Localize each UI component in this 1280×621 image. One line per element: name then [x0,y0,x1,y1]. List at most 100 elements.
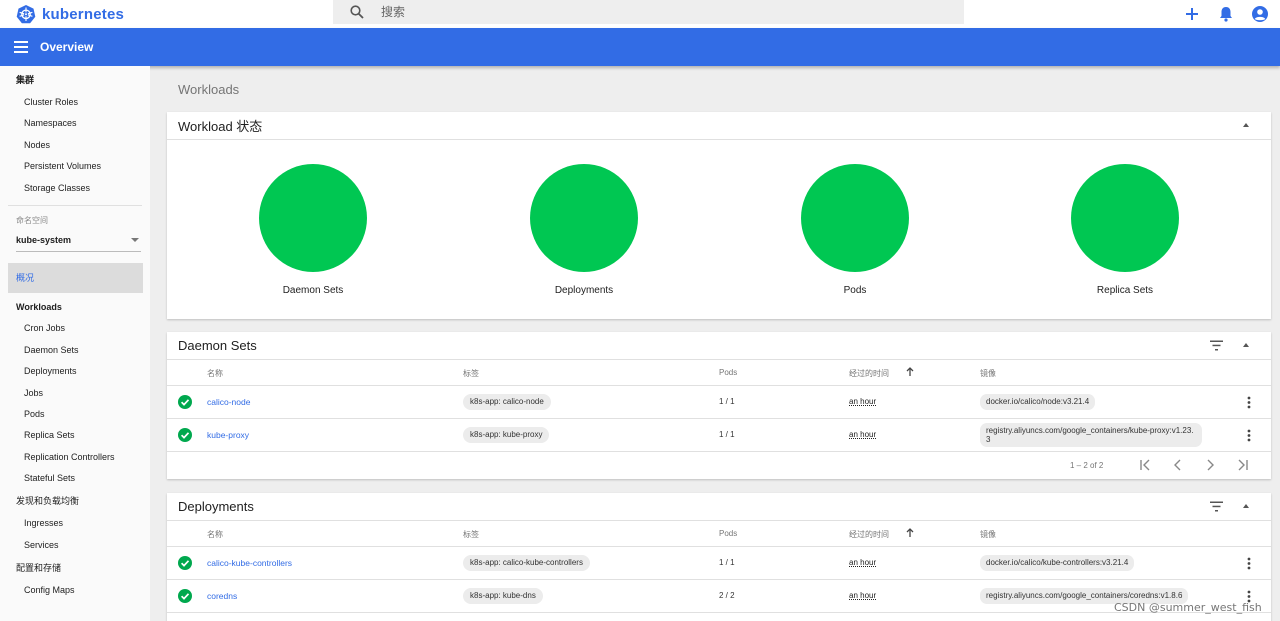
image-chip: registry.aliyuncs.com/google_containers/… [980,423,1202,447]
table-row: calico-kube-controllers k8s-app: calico-… [167,547,1271,580]
sidebar-item-overview[interactable]: 概况 [8,262,143,293]
label-chip: k8s-app: kube-proxy [463,427,550,443]
age-value: an hour [849,430,877,439]
account-icon[interactable] [1250,4,1270,24]
column-labels: 标签 [463,369,479,378]
sidebar-divider [8,204,142,206]
sidebar-item-jobs[interactable]: Jobs [0,383,150,404]
card-title: Workload 状态 [178,119,263,134]
search-icon [350,5,364,19]
sidebar-heading-config[interactable]: 配置和存储 [0,556,150,580]
brand-name: kubernetes [42,5,125,23]
previous-page-icon[interactable] [1171,459,1185,471]
status-circle-replica-sets[interactable] [1071,164,1179,272]
sort-ascending-icon[interactable] [906,367,914,376]
sidebar-item-replication-controllers[interactable]: Replication Controllers [0,447,150,468]
column-images: 镜像 [980,369,996,378]
sidebar-item-nodes[interactable]: Nodes [0,135,150,156]
age-value: an hour [849,558,877,567]
column-name[interactable]: 名称 [207,368,223,379]
last-page-icon[interactable] [1235,459,1249,471]
more-vert-icon[interactable] [1247,557,1251,570]
status-circle-daemon-sets[interactable] [259,164,367,272]
column-pods: Pods [719,368,738,377]
status-label-replica-sets: Replica Sets [1096,285,1154,296]
sidebar-item-namespaces[interactable]: Namespaces [0,113,150,134]
namespace-value: kube-system [16,235,72,246]
pager-buttons [1139,459,1249,471]
check-circle-icon [178,395,192,409]
search-input[interactable] [381,5,881,19]
kubernetes-logo-icon [16,5,36,24]
collapse-icon[interactable] [1243,343,1249,347]
pods-count: 2 / 2 [719,591,735,600]
deployment-name-link[interactable]: coredns [207,591,237,601]
add-icon[interactable] [1182,4,1202,24]
daemon-sets-card: Daemon Sets 名称 标签 Pods 经过的时间 镜像 calico-n… [167,332,1271,479]
sidebar-item-persistent-volumes[interactable]: Persistent Volumes [0,156,150,177]
sidebar: 集群 Cluster Roles Namespaces Nodes Persis… [0,66,150,621]
table-row: kube-proxy k8s-app: kube-proxy 1 / 1 an … [167,419,1271,452]
search-bar [333,0,964,24]
sidebar-heading-discovery[interactable]: 发现和负载均衡 [0,489,150,513]
status-circle-deployments[interactable] [530,164,638,272]
pods-count: 1 / 1 [719,558,735,567]
app-header-bar: Overview [0,28,1280,66]
workload-status-card: Workload 状态 Daemon Sets Deployments Pods… [167,112,1271,319]
sidebar-item-cron-jobs[interactable]: Cron Jobs [0,318,150,339]
sidebar-heading-workloads[interactable]: Workloads [0,297,150,318]
first-page-icon[interactable] [1139,459,1153,471]
watermark: CSDN @summer_west_fish [1114,601,1262,614]
table-row: calico-node k8s-app: calico-node 1 / 1 a… [167,386,1271,419]
sidebar-item-cluster-roles[interactable]: Cluster Roles [0,92,150,113]
table-row: coredns k8s-app: kube-dns 2 / 2 an hour … [167,580,1271,613]
next-page-icon[interactable] [1203,459,1217,471]
status-circles: Daemon Sets Deployments Pods Replica Set… [167,140,1271,320]
check-circle-icon [178,428,192,442]
deployment-name-link[interactable]: calico-kube-controllers [207,558,292,568]
card-title: Daemon Sets [178,338,257,353]
card-header: Workload 状态 [167,112,1271,140]
sidebar-item-storage-classes[interactable]: Storage Classes [0,178,150,199]
namespace-select[interactable]: kube-system [16,230,141,252]
sort-ascending-icon[interactable] [906,528,914,537]
sidebar-item-daemon-sets[interactable]: Daemon Sets [0,340,150,361]
sidebar-item-stateful-sets[interactable]: Stateful Sets [0,468,150,489]
column-pods: Pods [719,529,738,538]
filter-icon[interactable] [1210,340,1223,351]
column-labels: 标签 [463,530,479,539]
column-age[interactable]: 经过的时间 [849,368,889,379]
daemon-set-name-link[interactable]: calico-node [207,397,250,407]
card-header: Deployments [167,493,1271,521]
paginator: 1 – 2 of 2 [167,452,1271,478]
daemon-set-name-link[interactable]: kube-proxy [207,430,249,440]
pods-count: 1 / 1 [719,430,735,439]
dropdown-arrow-icon [131,238,139,243]
image-chip: docker.io/calico/kube-controllers:v3.21.… [980,555,1135,571]
sidebar-item-pods[interactable]: Pods [0,404,150,425]
collapse-icon[interactable] [1243,504,1249,508]
sidebar-item-config-maps[interactable]: Config Maps [0,580,150,601]
status-circle-pods[interactable] [801,164,909,272]
sidebar-item-ingresses[interactable]: Ingresses [0,513,150,534]
column-age[interactable]: 经过的时间 [849,529,889,540]
check-circle-icon [178,589,192,603]
notifications-bell-icon[interactable] [1216,4,1236,24]
more-vert-icon[interactable] [1247,396,1251,409]
status-label-pods: Pods [843,285,867,296]
top-actions [1182,4,1270,24]
brand[interactable]: kubernetes [16,4,124,24]
collapse-icon[interactable] [1243,123,1249,127]
column-name[interactable]: 名称 [207,529,223,540]
more-vert-icon[interactable] [1247,429,1251,442]
menu-icon[interactable] [14,40,30,54]
pager-range: 1 – 2 of 2 [1070,461,1104,470]
age-value: an hour [849,591,877,600]
sidebar-heading-cluster[interactable]: 集群 [0,68,150,92]
sidebar-item-services[interactable]: Services [0,535,150,556]
namespace-label: 命名空间 [16,215,48,225]
status-label-daemon-sets: Daemon Sets [282,285,344,296]
sidebar-item-replica-sets[interactable]: Replica Sets [0,425,150,446]
filter-icon[interactable] [1210,501,1223,512]
sidebar-item-deployments[interactable]: Deployments [0,361,150,382]
